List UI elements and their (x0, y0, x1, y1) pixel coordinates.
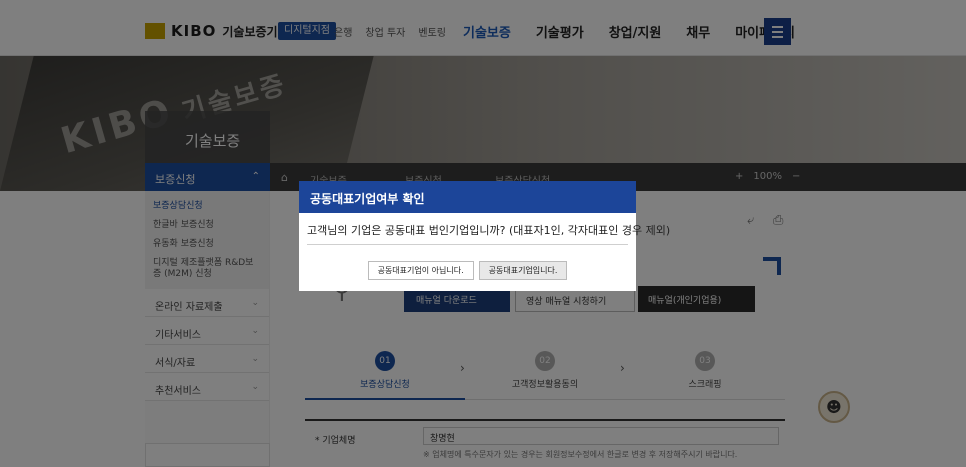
dialog-question: 고객님의 기업은 공동대표 법인기업입니까? (대표자1인, 각자대표인 경우 … (307, 222, 670, 245)
dialog-title: 공동대표기업여부 확인 (299, 181, 636, 213)
dialog-body: 고객님의 기업은 공동대표 법인기업입니까? (대표자1인, 각자대표인 경우 … (299, 213, 670, 280)
dialog-buttons: 공동대표기업이 아닙니다. 공동대표기업입니다. (307, 261, 628, 280)
co-ceo-button[interactable]: 공동대표기업입니다. (478, 261, 568, 280)
co-ceo-confirm-dialog: 공동대표기업여부 확인 고객님의 기업은 공동대표 법인기업입니까? (대표자1… (299, 181, 670, 291)
not-co-ceo-button[interactable]: 공동대표기업이 아닙니다. (367, 261, 474, 280)
